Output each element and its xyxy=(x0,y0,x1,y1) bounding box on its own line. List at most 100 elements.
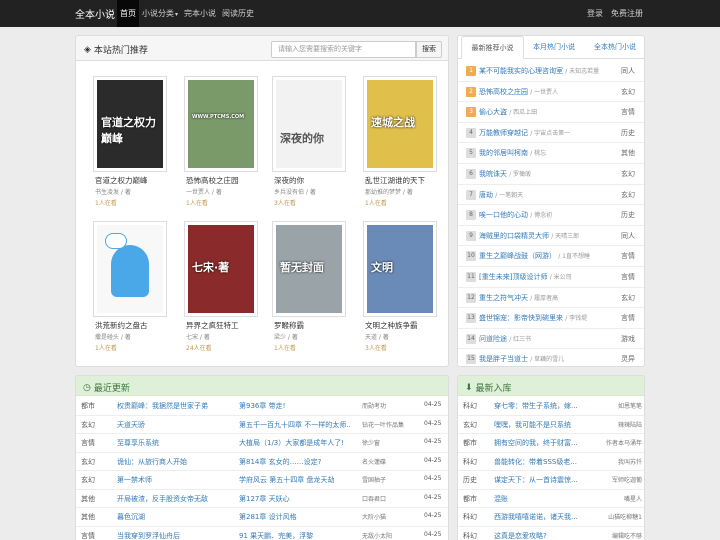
nav-home[interactable]: 首页 xyxy=(117,0,139,27)
tab-complete-hot[interactable]: 全本热门小说 xyxy=(586,36,644,59)
rank-row[interactable]: 9 海贼里的口袋精灵大师 / 天晴三郎 同人 xyxy=(458,226,644,247)
update-book-title[interactable]: 开局被渣，反手股资女帝无敌 xyxy=(117,494,235,504)
rank-row[interactable]: 12 重生之符气冲天 / 履厚者高 玄幻 xyxy=(458,288,644,309)
rank-row[interactable]: 7 唐劫 / 一笔朝天 玄幻 xyxy=(458,185,644,206)
update-chapter[interactable]: 大植局（1/3）大家都是成年人了! xyxy=(239,438,351,448)
update-chapter[interactable]: 第814章 玄女的……设定? xyxy=(239,457,351,467)
newbook-title[interactable]: 兽能转化：带着SSS级老... xyxy=(494,457,584,467)
rank-book-title[interactable]: 我皖诛天 xyxy=(479,169,507,179)
book-cover[interactable]: 暂无封面 xyxy=(272,221,346,317)
rank-book-title[interactable]: 唉一口他的心动 xyxy=(479,210,528,220)
book-cover[interactable]: 官道之权力巅峰 xyxy=(93,76,167,172)
newbooks-header: ⬇ 最新入库 xyxy=(458,376,644,396)
book-title[interactable]: 恐怖高校之庄园 xyxy=(186,175,239,186)
rank-book-title[interactable]: 重生之巅峰战鼓（网游） xyxy=(479,251,556,261)
rank-row[interactable]: 2 恐怖高校之庄园 / 一世贾人 玄幻 xyxy=(458,82,644,103)
update-book-title[interactable]: 诡仙：从旅行商人开始 xyxy=(117,457,235,467)
book-card[interactable]: 七宋·著 异界之疯狂特工 七宋 / 著 24人在看 xyxy=(184,221,258,357)
rank-row[interactable]: 3 偷心大盗 / 西瓜上田 言情 xyxy=(458,102,644,123)
rank-row[interactable]: 6 我皖诛天 / 罗橄皈 玄幻 xyxy=(458,164,644,185)
book-title[interactable]: 罗睺称霸 xyxy=(274,320,304,331)
rank-row[interactable]: 13 盛世锦宠：影帝快到碗里来 / 李钱堤 言情 xyxy=(458,308,644,329)
book-title[interactable]: 乱世江湖谁的天下 xyxy=(365,175,425,186)
rank-book-title[interactable]: 某不可能我实的心理咨询室 xyxy=(479,66,563,76)
book-title[interactable]: 深夜的你 xyxy=(274,175,304,186)
update-chapter[interactable]: 第五千一百九十四章 不一样的太师... xyxy=(239,420,351,430)
rank-book-title[interactable]: 恐怖高校之庄园 xyxy=(479,87,528,97)
main-nav: 首页 小说分类▾ 完本小说 阅读历史 xyxy=(117,0,257,27)
rank-book-title[interactable]: 海贼里的口袋精灵大师 xyxy=(479,231,549,241)
tab-month-hot[interactable]: 本月热门小说 xyxy=(525,36,583,59)
rank-book-title[interactable]: 唐劫 xyxy=(479,190,493,200)
update-chapter[interactable]: 91 果天鹏、完美，浮黎 xyxy=(239,531,351,540)
book-cover[interactable]: 七宋·著 xyxy=(184,221,258,317)
rank-book-title[interactable]: 重生之符气冲天 xyxy=(479,293,528,303)
rank-row[interactable]: 1 某不可能我实的心理咨询室 / 未知志若量 同人 xyxy=(458,61,644,82)
search-input[interactable]: 请输入您需要搜索的关键字 xyxy=(271,41,416,58)
cover-image: 深夜的你 xyxy=(276,80,342,168)
book-cover[interactable]: 速城之战 xyxy=(363,76,437,172)
book-card[interactable]: 深夜的你 深夜的你 乡兵没有伯 / 著 3人在看 xyxy=(272,76,346,212)
newbook-title[interactable]: 混账 xyxy=(494,494,584,504)
rank-row[interactable]: 4 万能教师穿越记 / 宇宙点击第一 历史 xyxy=(458,123,644,144)
rank-row[interactable]: 5 我的邻居叫柯南 / 桃忘 其他 xyxy=(458,143,644,164)
rank-number: 7 xyxy=(466,189,476,200)
book-card[interactable]: 文明 文明之种族争霸 天道 / 著 3人在看 xyxy=(363,221,437,357)
rank-book-title[interactable]: [重生未来]顶级设计师 xyxy=(479,272,547,282)
book-cover[interactable]: 深夜的你 xyxy=(272,76,346,172)
book-cover[interactable]: 文明 xyxy=(363,221,437,317)
tab-latest-recommend[interactable]: 最新推荐小说 xyxy=(461,36,524,59)
nav-category[interactable]: 小说分类▾ xyxy=(139,0,181,27)
book-card[interactable]: 暂无封面 罗睺称霸 梁少 / 著 1人在看 xyxy=(272,221,346,357)
search-button[interactable]: 搜索 xyxy=(416,41,442,58)
rank-book-title[interactable]: 偷心大盗 xyxy=(479,107,507,117)
rank-book-title[interactable]: 万能教师穿越记 xyxy=(479,128,528,138)
book-title[interactable]: 官道之权力巅峰 xyxy=(95,175,148,186)
rank-number: 12 xyxy=(466,292,476,303)
rank-category: 同人 xyxy=(621,67,635,75)
update-chapter[interactable]: 第127章 天妖心 xyxy=(239,494,351,504)
rank-row[interactable]: 15 我是胖子当道士 / 草藕的雪儿 灵异 xyxy=(458,349,644,366)
rank-row[interactable]: 14 问道险途 / 红三书 游戏 xyxy=(458,329,644,350)
newbook-title[interactable]: 拥有空间的我，终于财富... xyxy=(494,438,584,448)
newbook-title[interactable]: 穿七零：带生子系统，嫁... xyxy=(494,401,584,411)
book-title[interactable]: 洪荒新约之盘古 xyxy=(95,320,148,331)
rank-book-title[interactable]: 盛世锦宠：影帝快到碗里来 xyxy=(479,313,563,323)
update-chapter[interactable]: 学府风云 第五十四章 盘龙天劫 xyxy=(239,475,351,485)
newbook-title[interactable]: 嘿嘿，我可能不是只系统 xyxy=(494,420,584,430)
update-book-title[interactable]: 权贵巅峰：我据然是世家子弟 xyxy=(117,401,235,411)
rank-book-author: 履厚者高 xyxy=(534,294,559,302)
book-title[interactable]: 异界之疯狂特工 xyxy=(186,320,239,331)
rank-row[interactable]: 10 重生之巅峰战鼓（网游） / 1直不想睡 言情 xyxy=(458,246,644,267)
book-reading-count: 3人在看 xyxy=(274,200,296,207)
newbook-title[interactable]: 西游我嘻嘻诺诺，诸天我... xyxy=(494,512,584,522)
update-book-title[interactable]: 第一禁术师 xyxy=(117,475,235,485)
book-card[interactable]: 官道之权力巅峰 官道之权力巅峰 书生凌发 / 著 1人在看 xyxy=(93,76,167,212)
update-book-title[interactable]: 天道天骄 xyxy=(117,420,235,430)
newbook-title[interactable]: 谋定天下：从一首诗震惊... xyxy=(494,475,584,485)
book-card[interactable]: 洪荒新约之盘古 撒是碰头 / 著 1人在看 xyxy=(93,221,167,357)
book-title[interactable]: 文明之种族争霸 xyxy=(365,320,418,331)
update-book-title[interactable]: 至尊享乐系统 xyxy=(117,438,235,448)
update-book-title[interactable]: 暮色沉湖 xyxy=(117,512,235,522)
book-card[interactable]: 速城之战 乱世江湖谁的天下 那幼推的梦梦 / 著 1人在看 xyxy=(363,76,437,212)
latest-header: ◷ 最近更新 xyxy=(76,376,448,396)
update-book-title[interactable]: 当我穿到罗浮仙舟后 xyxy=(117,531,235,540)
rank-book-title[interactable]: 我的邻居叫柯南 xyxy=(479,148,528,158)
nav-complete[interactable]: 完本小说 xyxy=(181,0,219,27)
rank-row[interactable]: 11 [重生未来]顶级设计师 / 米公司 言情 xyxy=(458,267,644,288)
register-link[interactable]: 免费注册 xyxy=(611,0,643,27)
update-chapter[interactable]: 第936章 带走! xyxy=(239,401,351,411)
rank-book-title[interactable]: 我是胖子当道士 xyxy=(479,354,528,364)
rank-row[interactable]: 8 唉一口他的心动 / 傅念初 历史 xyxy=(458,205,644,226)
nav-history[interactable]: 阅读历史 xyxy=(219,0,257,27)
site-brand[interactable]: 全本小说 xyxy=(75,6,115,21)
update-row: 言情 至尊享乐系统 大植局（1/3）大家都是成年人了! 徐少窗 04-25 xyxy=(76,434,448,453)
newbook-title[interactable]: 这真是恋爱攻略? xyxy=(494,531,584,540)
login-link[interactable]: 登录 xyxy=(587,0,603,27)
book-cover[interactable]: WWW.PTCMS.COM xyxy=(184,76,258,172)
rank-book-title[interactable]: 问道险途 xyxy=(479,334,507,344)
book-cover[interactable] xyxy=(93,221,167,317)
update-chapter[interactable]: 第281章 设计风格 xyxy=(239,512,351,522)
book-card[interactable]: WWW.PTCMS.COM 恐怖高校之庄园 一世贾人 / 著 1人在看 xyxy=(184,76,258,212)
